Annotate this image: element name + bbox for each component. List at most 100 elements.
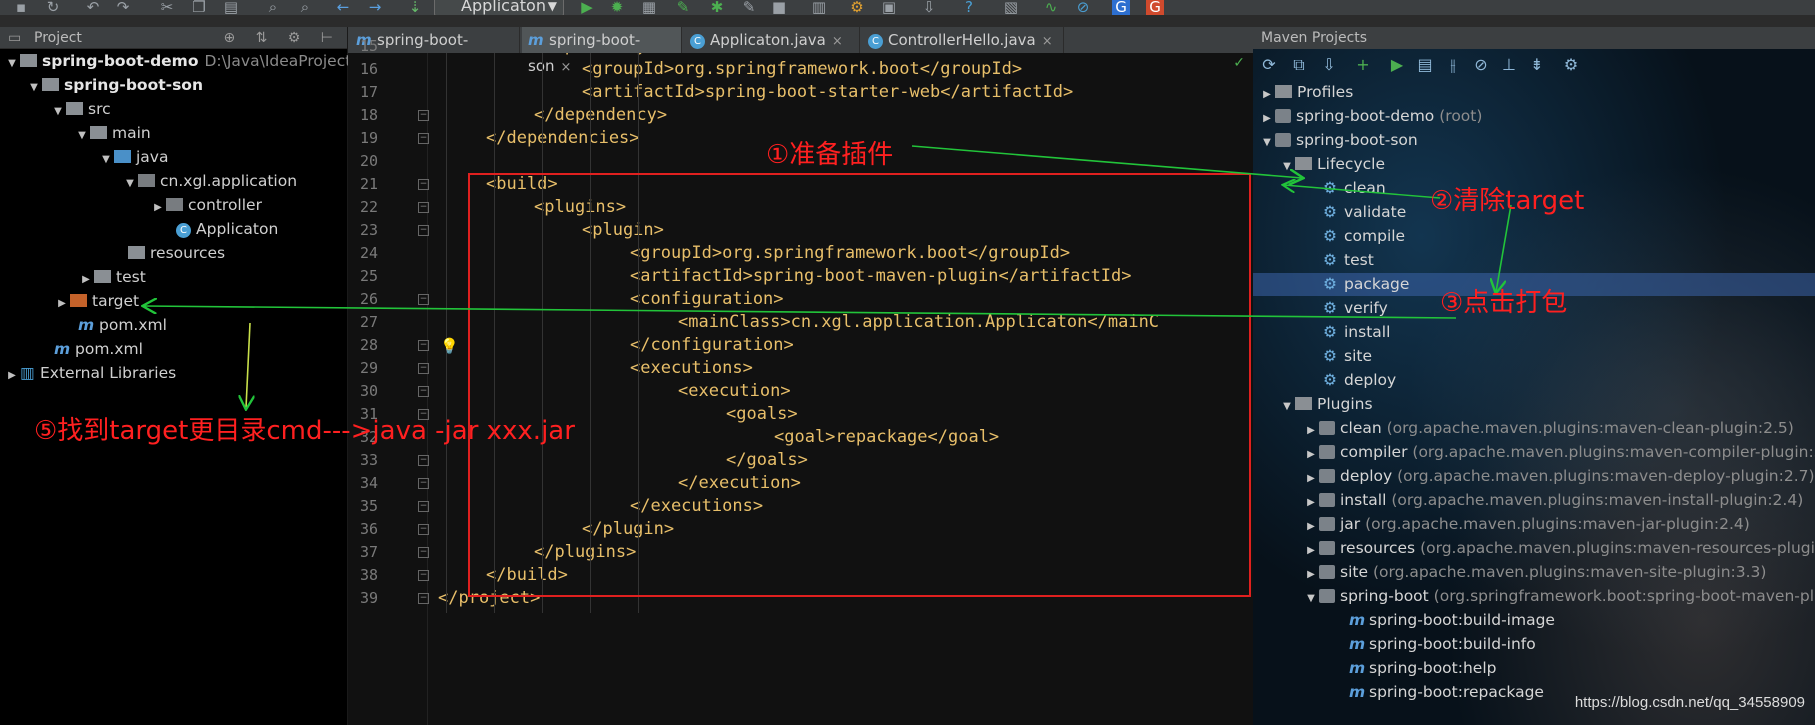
maven-tree-row[interactable]: ▶ resources (org.apache.maven.plugins:mav… [1303, 537, 1815, 560]
maven-tree-row[interactable]: m spring-boot:build-info [1349, 633, 1536, 656]
maven-tree-row[interactable]: ▶ jar (org.apache.maven.plugins:maven-jar… [1303, 513, 1750, 536]
redo-icon[interactable]: ↷ [114, 0, 132, 15]
run-config-icon[interactable]: ▤ [1415, 55, 1435, 75]
expand-arrow-icon[interactable]: ▶ [1303, 515, 1319, 538]
ant-icon[interactable]: ✱ [708, 0, 726, 15]
maven-tree-row[interactable]: ⚙ compile [1323, 225, 1405, 248]
expand-arrow-icon[interactable]: ▶ [1303, 467, 1319, 490]
find-icon[interactable]: ⌕ [264, 0, 282, 15]
tree-node-package[interactable]: ▼ cn.xgl.application [122, 170, 297, 193]
run-icon[interactable]: ▶ [578, 0, 596, 15]
collapse-arrow-icon[interactable]: ▶ [150, 196, 166, 219]
replace-icon[interactable]: ⌕ [296, 0, 314, 15]
tree-node-external-libraries[interactable]: ▶ ▥ External Libraries [4, 362, 176, 385]
expand-arrow-icon[interactable]: ▼ [74, 124, 90, 147]
run-configuration-select[interactable]: Applicaton ▼ [434, 0, 564, 15]
profile-icon[interactable]: ✎ [674, 0, 692, 15]
maven-tree-row[interactable]: m spring-boot:repackage [1349, 681, 1544, 704]
project-panel-actions[interactable]: ⊕ ⇅ ⚙ ⊢ [223, 27, 341, 49]
maven-tree-row[interactable]: ▶ Profiles [1259, 81, 1353, 104]
maven-tree-row[interactable]: m spring-boot:help [1349, 657, 1496, 680]
expand-arrow-icon[interactable]: ▶ [1259, 83, 1275, 106]
maven-tree-row[interactable]: ⚙ verify [1323, 297, 1388, 320]
maven-tree-row[interactable]: ▶ spring-boot-demo (root) [1259, 105, 1482, 128]
maven-tree-row[interactable]: ▶ install (org.apache.maven.plugins:maven… [1303, 489, 1803, 512]
tree-node-spring-boot-son[interactable]: ▼ spring-boot-son [26, 74, 203, 97]
expand-arrow-icon[interactable]: ▼ [1279, 395, 1295, 418]
download-icon[interactable]: ⇩ [920, 0, 938, 15]
save-icon[interactable]: ▪ [12, 0, 30, 15]
translate-icon[interactable]: G [1112, 0, 1130, 15]
maven-tree-row[interactable]: ▼ spring-boot (org.springframework.boot:s… [1303, 585, 1815, 608]
undo-icon[interactable]: ↶ [84, 0, 102, 15]
maven-settings-icon[interactable]: ⚙ [1561, 55, 1581, 75]
maven-tree-row[interactable]: ⚙ clean [1323, 177, 1386, 200]
fold-marker-icon[interactable]: − [418, 133, 429, 144]
fold-marker-icon[interactable]: − [418, 524, 429, 535]
sync-icon[interactable]: ↻ [44, 0, 62, 15]
maven-tree-row[interactable]: ⚙ validate [1323, 201, 1406, 224]
paste-icon[interactable]: ▤ [222, 0, 240, 15]
fold-marker-icon[interactable]: − [418, 340, 429, 351]
fold-marker-icon[interactable]: − [418, 363, 429, 374]
fold-marker-icon[interactable]: − [418, 225, 429, 236]
collapse-arrow-icon[interactable]: ▶ [54, 292, 70, 315]
fold-marker-icon[interactable]: − [418, 570, 429, 581]
add-project-icon[interactable]: + [1353, 55, 1373, 75]
tree-node-pom-son[interactable]: m pom.xml [78, 314, 167, 337]
tab-applicaton-java[interactable]: C Applicaton.java × [684, 27, 860, 53]
tree-node-target[interactable]: ▶ target [54, 290, 139, 313]
settings-icon[interactable]: ⚙ [848, 0, 866, 15]
collapse-all-icon[interactable]: ⇟ [1527, 55, 1547, 75]
maven-tree-row[interactable]: ▶ deploy (org.apache.maven.plugins:maven-… [1303, 465, 1814, 490]
expand-arrow-icon[interactable]: ▼ [1303, 587, 1319, 610]
dependencies-icon[interactable]: ⊥ [1499, 55, 1519, 75]
expand-arrow-icon[interactable]: ▶ [1259, 107, 1275, 130]
fold-marker-icon[interactable]: − [418, 386, 429, 397]
reimport-icon[interactable]: ⟳ [1259, 55, 1279, 75]
fold-marker-icon[interactable]: − [418, 547, 429, 558]
tree-node-main[interactable]: ▼ main [74, 122, 151, 145]
close-icon[interactable]: × [832, 34, 843, 49]
expand-arrow-icon[interactable]: ▶ [1303, 419, 1319, 442]
tree-node-spring-boot-demo[interactable]: ▼ spring-boot-demo D:\Java\IdeaProjects [4, 50, 359, 73]
fold-marker-icon[interactable]: − [418, 593, 429, 604]
tree-node-src[interactable]: ▼ src [50, 98, 111, 121]
close-icon[interactable]: × [1042, 34, 1053, 49]
collapse-arrow-icon[interactable]: ▶ [4, 364, 20, 387]
tree-node-pom-root[interactable]: m pom.xml [54, 338, 143, 361]
maven-tree-row[interactable]: ⚙ deploy [1323, 369, 1396, 392]
tree-node-java[interactable]: ▼ java [98, 146, 168, 169]
maven-tree-row[interactable]: ▼ Plugins [1279, 393, 1372, 418]
debug-icon[interactable]: ✹ [608, 0, 626, 15]
expand-arrow-icon[interactable]: ▼ [4, 52, 20, 75]
fold-marker-icon[interactable]: − [418, 179, 429, 190]
expand-arrow-icon[interactable]: ▶ [1303, 491, 1319, 514]
tree-node-applicaton[interactable]: C Applicaton [176, 218, 278, 241]
tree-node-test[interactable]: ▶ test [78, 266, 146, 289]
maven-tree-row[interactable]: ⚙ site [1323, 345, 1372, 368]
fold-marker-icon[interactable]: − [418, 478, 429, 489]
download-sources-icon[interactable]: ⇩ [1319, 55, 1339, 75]
tab-spring-boot-son[interactable]: m spring-boot-son × [522, 27, 682, 75]
tree-node-controller[interactable]: ▶ controller [150, 194, 262, 217]
maven-tree-row[interactable]: m spring-boot:build-image [1349, 609, 1555, 632]
attach-icon[interactable]: ✎ [740, 0, 758, 15]
forward-icon[interactable]: → [366, 0, 384, 15]
block-icon[interactable]: ⊘ [1074, 0, 1092, 15]
toggle-offline-icon[interactable]: ⫲ [1443, 55, 1463, 75]
back-icon[interactable]: ← [334, 0, 352, 15]
sdk-icon[interactable]: ▣ [880, 0, 898, 15]
expand-arrow-icon[interactable]: ▶ [1303, 539, 1319, 562]
expand-arrow-icon[interactable]: ▼ [122, 172, 138, 195]
translate-alt-icon[interactable]: G [1146, 0, 1164, 15]
expand-arrow-icon[interactable]: ▼ [26, 76, 42, 99]
tab-controllerhello-java[interactable]: C ControllerHello.java × [862, 27, 1064, 53]
coverage-icon[interactable]: ▦ [640, 0, 658, 15]
maven-tree-row[interactable]: ⚙ install [1323, 321, 1390, 344]
activity-icon[interactable]: ∿ [1042, 0, 1060, 15]
expand-arrow-icon[interactable]: ▼ [50, 100, 66, 123]
tree-node-resources[interactable]: resources [128, 242, 225, 265]
copy-icon[interactable]: ❐ [190, 0, 208, 15]
expand-arrow-icon[interactable]: ▼ [1279, 155, 1295, 178]
